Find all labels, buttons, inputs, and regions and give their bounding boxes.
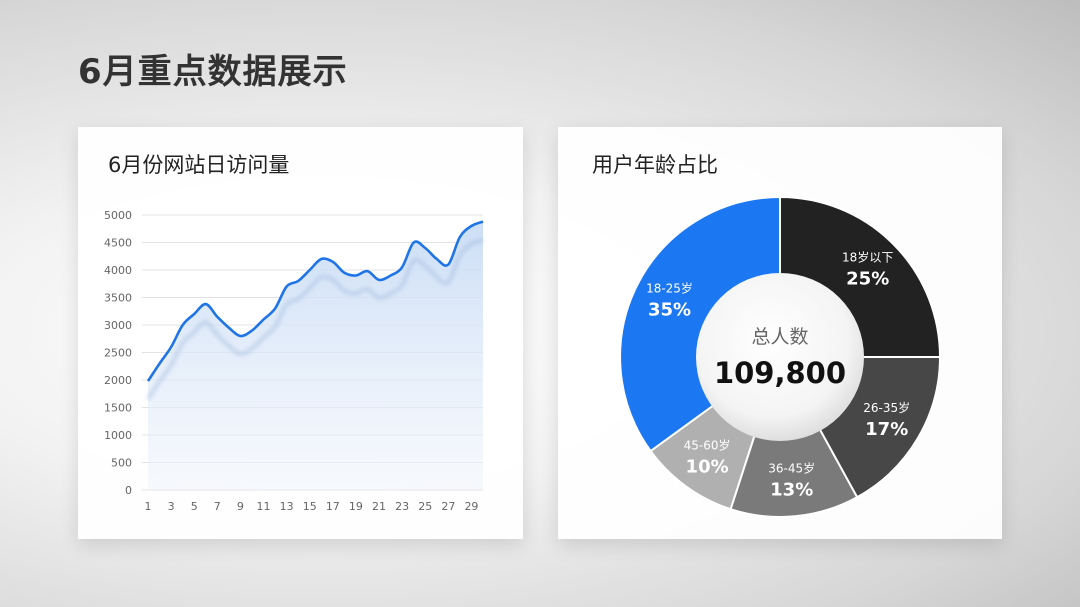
data-point <box>470 225 473 228</box>
x-tick-label: 15 <box>303 500 317 513</box>
y-tick-label: 4500 <box>104 237 132 250</box>
y-tick-label: 4000 <box>104 264 132 277</box>
y-tick-label: 1000 <box>104 429 132 442</box>
x-tick-label: 13 <box>280 500 294 513</box>
data-point <box>459 236 462 239</box>
data-point <box>412 241 415 244</box>
data-point <box>401 266 404 269</box>
data-point <box>193 313 196 316</box>
line-chart-title: 6月份网站日访问量 <box>108 153 290 177</box>
slice-value-label: 35% <box>648 300 691 321</box>
data-point <box>447 263 450 266</box>
data-point <box>239 335 242 338</box>
x-tick-label: 7 <box>214 500 221 513</box>
data-point <box>147 380 150 383</box>
data-point <box>181 324 184 327</box>
slice-value-label: 10% <box>686 456 729 477</box>
data-point <box>262 318 265 321</box>
y-tick-label: 5000 <box>104 209 132 222</box>
slice-value-label: 13% <box>770 479 813 500</box>
y-tick-label: 0 <box>125 484 132 497</box>
y-tick-label: 1500 <box>104 402 132 415</box>
slice-category-label: 18-25岁 <box>646 281 693 296</box>
x-tick-label: 25 <box>418 500 432 513</box>
y-tick-label: 3500 <box>104 292 132 305</box>
slice-category-label: 36-45岁 <box>768 460 815 475</box>
y-tick-label: 2500 <box>104 347 132 360</box>
data-point <box>389 274 392 277</box>
x-tick-label: 9 <box>237 500 244 513</box>
data-point <box>274 307 277 310</box>
x-tick-label: 27 <box>441 500 455 513</box>
data-point <box>170 346 173 349</box>
data-point <box>378 279 381 282</box>
slice-category-label: 18岁以下 <box>842 249 893 264</box>
center-value: 109,800 <box>714 356 846 390</box>
y-tick-label: 500 <box>111 457 132 470</box>
slice-category-label: 26-35岁 <box>863 400 910 415</box>
data-point <box>308 269 311 272</box>
x-tick-label: 11 <box>257 500 271 513</box>
donut-chart: 18岁以下 25% 26-35岁 17% 36-45岁 13% 45-60岁 10% 18-25… <box>619 195 942 519</box>
data-point <box>332 261 335 264</box>
data-point <box>482 220 485 223</box>
data-point <box>228 327 231 330</box>
donut-chart-title: 用户年龄占比 <box>592 153 718 177</box>
data-point <box>320 258 323 261</box>
x-tick-label: 17 <box>326 500 340 513</box>
slice-category-label: 45-60岁 <box>684 437 731 452</box>
data-point <box>424 247 427 250</box>
line-chart: 0 500 1000 1500 2000 2500 3000 3500 4000 4500 5000… <box>104 209 485 513</box>
x-tick-label: 1 <box>145 500 152 513</box>
data-point <box>297 280 300 283</box>
page-title: 6月重点数据展示 <box>78 52 348 92</box>
data-point <box>158 362 161 365</box>
data-point <box>436 258 439 261</box>
donut-chart-card: 18岁以下 25% 26-35岁 17% 36-45岁 13% 45-60岁 10% 18-25… <box>558 127 1002 539</box>
x-tick-label: 23 <box>395 500 409 513</box>
data-point <box>285 285 288 288</box>
data-point <box>355 274 358 277</box>
center-label: 总人数 <box>751 326 808 348</box>
data-point <box>251 329 254 332</box>
slice-value-label: 25% <box>846 268 889 289</box>
x-tick-label: 21 <box>372 500 386 513</box>
y-tick-label: 2000 <box>104 374 132 387</box>
x-tick-label: 5 <box>191 500 198 513</box>
data-point <box>205 303 208 306</box>
y-tick-label: 3000 <box>104 319 132 332</box>
data-point <box>216 316 219 319</box>
x-tick-label: 19 <box>349 500 363 513</box>
data-point <box>343 272 346 275</box>
x-tick-label: 3 <box>168 500 175 513</box>
data-point <box>366 270 369 273</box>
slice-value-label: 17% <box>865 419 908 440</box>
line-chart-card: 0 500 1000 1500 2000 2500 3000 3500 4000 4500 5000… <box>78 127 523 539</box>
x-tick-label: 29 <box>464 500 478 513</box>
